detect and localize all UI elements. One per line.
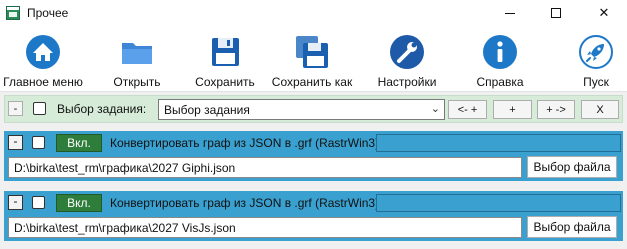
task-enable-button[interactable]: Вкл. <box>56 194 102 212</box>
settings-button[interactable]: Настройки <box>372 34 442 92</box>
choose-file-button[interactable]: Выбор файла <box>527 156 617 178</box>
info-icon <box>483 35 517 69</box>
help-button[interactable]: Справка <box>470 34 530 92</box>
save-label: Сохранить <box>195 75 255 89</box>
task-select-value: Выбор задания <box>164 103 250 117</box>
task-progress-bar <box>376 134 621 152</box>
rocket-icon <box>579 35 613 69</box>
choose-file-button[interactable]: Выбор файла <box>527 216 617 238</box>
chevron-down-icon: ⌄ <box>430 103 440 115</box>
task-checkbox[interactable] <box>32 196 45 209</box>
folder-icon <box>122 43 152 64</box>
file-path-input[interactable]: D:\birka\test_rm\графика\2027 Giphi.json <box>8 157 522 178</box>
start-button[interactable]: Пуск <box>570 34 622 92</box>
move-right-button[interactable]: + -> <box>537 100 575 119</box>
task-collapse-button[interactable]: - <box>8 195 23 210</box>
maximize-icon <box>551 8 561 18</box>
floppy-disk-stack-icon <box>296 36 328 68</box>
task-panel: - Вкл. Конвертировать граф из JSON в .gr… <box>4 131 623 181</box>
start-label: Пуск <box>583 75 609 89</box>
title-bar: Прочее ✕ <box>0 0 627 26</box>
minimize-icon <box>505 12 515 14</box>
home-button[interactable]: Главное меню <box>0 34 86 92</box>
home-label: Главное меню <box>3 75 83 89</box>
task-select-combobox[interactable]: Выбор задания ⌄ <box>158 99 445 120</box>
save-as-button[interactable]: Сохранить как <box>268 34 356 92</box>
task-panel-header: - Вкл. Конвертировать граф из JSON в .gr… <box>4 191 623 215</box>
window-title: Прочее <box>27 6 69 20</box>
wrench-icon <box>390 35 424 69</box>
task-title: Конвертировать граф из JSON в .grf (Rast… <box>110 196 380 210</box>
floppy-disk-icon <box>212 38 239 66</box>
task-checkbox[interactable] <box>32 136 45 149</box>
minimize-button[interactable] <box>487 0 533 26</box>
collapse-all-button[interactable]: - <box>8 101 23 116</box>
task-collapse-button[interactable]: - <box>8 135 23 150</box>
home-icon <box>26 35 60 69</box>
settings-label: Настройки <box>377 75 437 89</box>
add-task-button[interactable]: + <box>493 100 532 119</box>
file-path-input[interactable]: D:\birka\test_rm\графика\2027 VisJs.json <box>8 217 522 238</box>
app-icon <box>6 6 20 20</box>
open-label: Открыть <box>113 75 161 89</box>
toolbar: Главное меню Открыть Сохранить Сохранить… <box>0 26 627 92</box>
task-enable-button[interactable]: Вкл. <box>56 134 102 152</box>
close-button[interactable]: ✕ <box>581 0 627 26</box>
help-label: Справка <box>476 75 524 89</box>
task-progress-bar <box>376 194 621 212</box>
task-panel-header: - Вкл. Конвертировать граф из JSON в .gr… <box>4 131 623 155</box>
select-all-checkbox[interactable] <box>33 102 46 115</box>
task-panel: - Вкл. Конвертировать граф из JSON в .gr… <box>4 191 623 241</box>
maximize-button[interactable] <box>533 0 579 26</box>
save-button[interactable]: Сохранить <box>190 34 260 92</box>
task-select-label: Выбор задания: <box>57 102 147 116</box>
task-title: Конвертировать граф из JSON в .grf (Rast… <box>110 136 380 150</box>
task-selection-row: - Выбор задания: Выбор задания ⌄ <- + + … <box>4 95 623 123</box>
move-left-button[interactable]: <- + <box>448 100 487 119</box>
open-button[interactable]: Открыть <box>104 34 170 92</box>
close-icon: ✕ <box>598 5 610 20</box>
save-as-label: Сохранить как <box>271 75 353 89</box>
remove-task-button[interactable]: X <box>581 100 619 119</box>
